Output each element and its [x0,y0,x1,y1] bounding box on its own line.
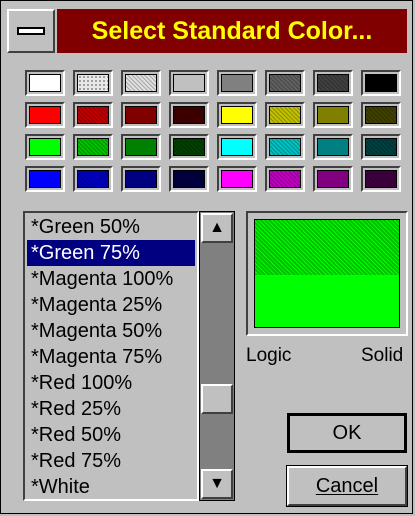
color-swatch-fill [173,138,205,156]
color-swatch-fill [29,74,61,92]
color-swatch-fill [173,106,205,124]
color-swatch-fill [173,170,205,188]
color-list-item[interactable]: *Magenta 25% [27,292,195,318]
up-arrow-icon: ▲ [209,219,225,236]
color-list-item[interactable]: *Green 75% [27,240,195,266]
system-menu-icon [17,27,45,35]
color-swatch[interactable] [73,70,113,96]
ok-button-label: OK [332,422,362,444]
color-swatch[interactable] [265,102,305,128]
color-swatch[interactable] [313,166,353,192]
solid-color-swatch [254,275,400,328]
color-swatch-fill [365,138,397,156]
color-swatch-fill [221,74,253,92]
color-swatch[interactable] [217,166,257,192]
color-swatch-fill [269,138,301,156]
color-swatch[interactable] [313,102,353,128]
system-menu-button[interactable] [7,9,55,53]
color-preview [246,211,408,336]
dialog-title: Select Standard Color... [57,9,407,53]
color-swatch-fill [173,74,205,92]
color-swatch-fill [221,106,253,124]
color-list-item[interactable]: *Green 50% [27,214,195,240]
color-swatch[interactable] [73,134,113,160]
color-swatch[interactable] [217,102,257,128]
color-swatch-fill [365,74,397,92]
color-swatch[interactable] [265,70,305,96]
color-swatch[interactable] [169,102,209,128]
color-swatch-fill [125,74,157,92]
color-swatch-fill [221,138,253,156]
color-swatch-fill [29,138,61,156]
color-swatch[interactable] [361,166,401,192]
color-list-item[interactable]: *Red 25% [27,396,195,422]
cancel-button-label: Cancel [315,475,379,497]
color-swatch-fill [29,106,61,124]
color-swatch[interactable] [73,166,113,192]
color-swatch-fill [269,74,301,92]
color-swatch-fill [365,170,397,188]
color-swatch[interactable] [121,70,161,96]
list-scrollbar[interactable]: ▲ ▼ [199,211,235,501]
color-swatch[interactable] [25,102,65,128]
color-swatch-fill [77,74,109,92]
color-swatch-fill [29,170,61,188]
color-list-item[interactable]: *Magenta 100% [27,266,195,292]
color-list-item[interactable]: *Red 75% [27,448,195,474]
color-swatch[interactable] [25,166,65,192]
ok-button[interactable]: OK [287,413,407,453]
color-swatch-fill [77,138,109,156]
scroll-down-button[interactable]: ▼ [201,469,233,499]
color-swatch[interactable] [25,70,65,96]
color-listbox[interactable]: *Green 50% *Green 75% *Magenta 100% *Magent… [23,211,199,501]
color-swatch[interactable] [73,102,113,128]
color-swatch[interactable] [121,166,161,192]
color-swatch[interactable] [217,70,257,96]
color-swatch-fill [317,170,349,188]
color-swatch-fill [317,74,349,92]
color-swatch[interactable] [265,134,305,160]
color-list-item[interactable]: *Red 100% [27,370,195,396]
color-swatch[interactable] [169,134,209,160]
color-swatch[interactable] [361,102,401,128]
color-swatch[interactable] [25,134,65,160]
color-swatch[interactable] [121,102,161,128]
color-swatch-fill [77,170,109,188]
color-swatch[interactable] [361,134,401,160]
color-swatch[interactable] [361,70,401,96]
color-swatch-fill [77,106,109,124]
color-swatch[interactable] [169,166,209,192]
color-swatch-fill [125,106,157,124]
color-list-item[interactable]: *Magenta 75% [27,344,195,370]
solid-label: Solid [361,345,404,366]
color-swatch[interactable] [169,70,209,96]
color-swatch[interactable] [121,134,161,160]
color-list-item[interactable]: *Red 50% [27,422,195,448]
color-swatch-fill [317,138,349,156]
title-bar: Select Standard Color... [7,9,407,53]
color-list-item[interactable]: *Magenta 50% [27,318,195,344]
down-arrow-icon: ▼ [209,475,225,492]
scroll-up-button[interactable]: ▲ [201,213,233,243]
color-swatch-fill [125,170,157,188]
scroll-thumb[interactable] [201,384,233,414]
color-swatch-fill [365,106,397,124]
color-swatch-fill [317,106,349,124]
color-swatch[interactable] [313,70,353,96]
logic-label: Logic [246,345,292,366]
color-swatch-fill [269,170,301,188]
color-swatch-fill [269,106,301,124]
color-swatch-fill [221,170,253,188]
color-list-item[interactable]: *White [27,474,195,499]
logic-color-swatch [254,219,400,275]
color-swatch[interactable] [217,134,257,160]
select-standard-color-dialog: Select Standard Color... *Green 50% *Gree… [0,0,413,514]
cancel-button[interactable]: Cancel [286,465,408,507]
color-swatch[interactable] [313,134,353,160]
color-swatch[interactable] [265,166,305,192]
color-swatch-fill [125,138,157,156]
